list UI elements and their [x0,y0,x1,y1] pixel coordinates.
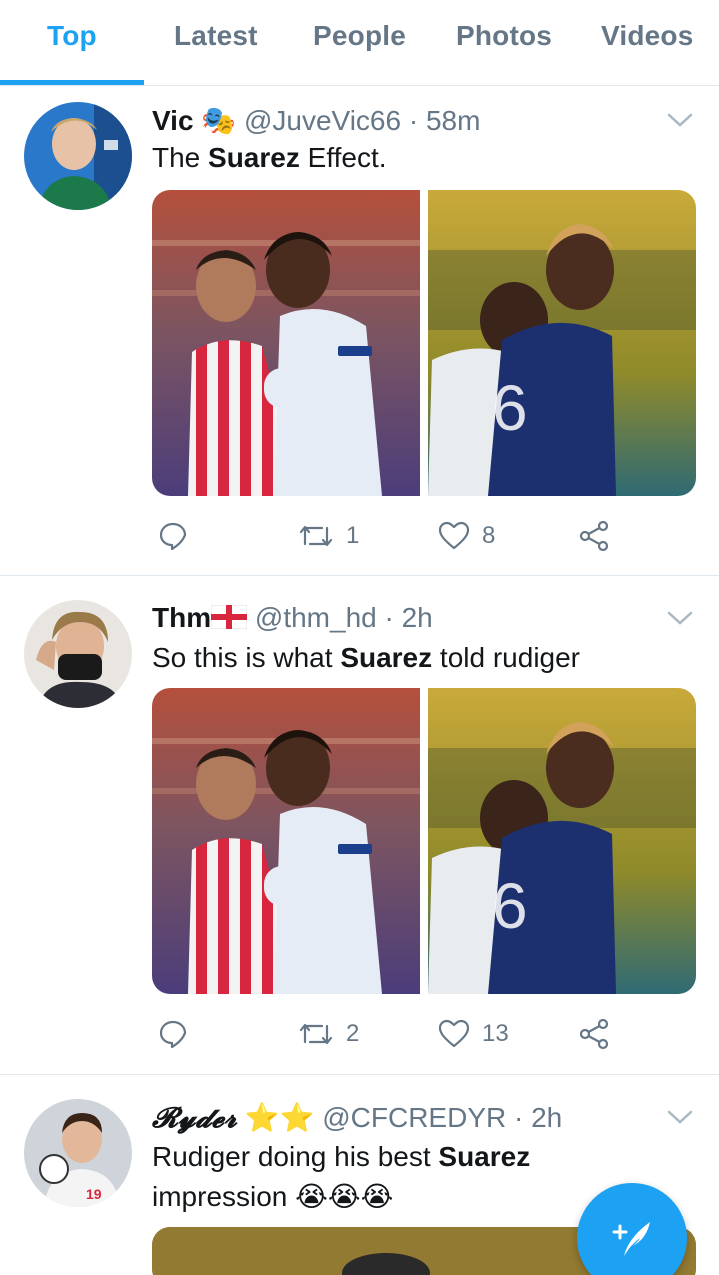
author-handle[interactable]: @JuveVic66 [244,105,401,136]
heart-icon [438,1019,470,1048]
media-photo-left[interactable] [152,190,420,496]
retweet-icon [299,1023,333,1045]
like-count: 8 [482,522,496,549]
tweet-time: · 2h [384,602,433,633]
reply-icon [159,522,187,551]
tab-videos[interactable]: Videos [601,20,694,52]
like-count: 13 [482,1020,509,1047]
tweet-header: 𝓡𝔂𝓭𝓮𝓻 ⭐⭐ @CFCREDYR · 2h [152,1101,562,1135]
crying-face-icon: 😭😭😭 [295,1181,394,1212]
author-handle[interactable]: @thm_hd [255,602,377,633]
england-flag-icon [210,604,248,630]
tweet-header: Vic 🎭 @JuveVic66 · 58m [152,104,480,137]
theater-masks-icon: 🎭 [201,105,237,136]
media-photo-right[interactable]: 6 [428,688,696,994]
tweet-header: Thm @thm_hd · 2h [152,602,433,634]
reply-button[interactable] [158,1014,188,1054]
like-button[interactable]: 8 [438,516,495,556]
svg-text:6: 6 [492,372,528,444]
tweet-time: · 2h [514,1102,563,1133]
tweet-media[interactable]: 6 [152,190,696,496]
tab-people[interactable]: People [313,20,406,52]
search-tabs: Top Latest People Photos Videos [0,0,719,86]
share-button[interactable] [578,1014,610,1054]
chevron-down-icon[interactable] [666,608,694,628]
svg-text:6: 6 [492,870,528,942]
chevron-down-icon[interactable] [666,110,694,130]
compose-tweet-icon [612,1222,650,1256]
retweet-button[interactable]: 1 [298,516,359,556]
retweet-button[interactable]: 2 [298,1014,359,1054]
share-icon [579,1018,609,1050]
retweet-count: 2 [346,1020,360,1047]
tweet-text: So this is what Suarez told rudiger [152,642,581,673]
star-icon: ⭐⭐ [244,1102,315,1133]
tweet-time: · 58m [408,105,481,136]
author-handle[interactable]: @CFCREDYR [322,1102,506,1133]
retweet-count: 1 [346,522,360,549]
chevron-down-icon[interactable] [666,1107,694,1127]
author-name[interactable]: Thm [152,602,211,633]
share-icon [579,520,609,552]
tweet[interactable]: Thm @thm_hd · 2h So this is what Suarez … [0,576,719,1075]
heart-icon [438,521,470,550]
author-name[interactable]: Vic [152,105,194,136]
tab-photos[interactable]: Photos [456,20,552,52]
reply-button[interactable] [158,516,188,556]
retweet-icon [299,525,333,547]
avatar[interactable]: 19 [24,1099,132,1207]
avatar[interactable] [24,102,132,210]
author-name[interactable]: 𝓡𝔂𝓭𝓮𝓻 [152,1101,237,1134]
tab-top[interactable]: Top [47,20,97,52]
tab-latest[interactable]: Latest [174,20,258,52]
share-button[interactable] [578,516,610,556]
media-photo-right[interactable]: 6 [428,190,696,496]
like-button[interactable]: 13 [438,1014,509,1054]
tweet-media[interactable]: 6 [152,688,696,994]
media-photo-left[interactable] [152,688,420,994]
tweet-actions: 2 13 [152,1014,622,1054]
tweet-text: Rudiger doing his best Suarez impression… [152,1141,531,1212]
tweet-text: The Suarez Effect. [152,142,387,173]
tweet-actions: 1 8 [152,516,622,556]
active-tab-indicator [0,80,144,85]
reply-icon [159,1020,187,1049]
svg-text:19: 19 [86,1186,102,1202]
avatar[interactable] [24,600,132,708]
tweet[interactable]: Vic 🎭 @JuveVic66 · 58m The Suarez Effect… [0,86,719,576]
